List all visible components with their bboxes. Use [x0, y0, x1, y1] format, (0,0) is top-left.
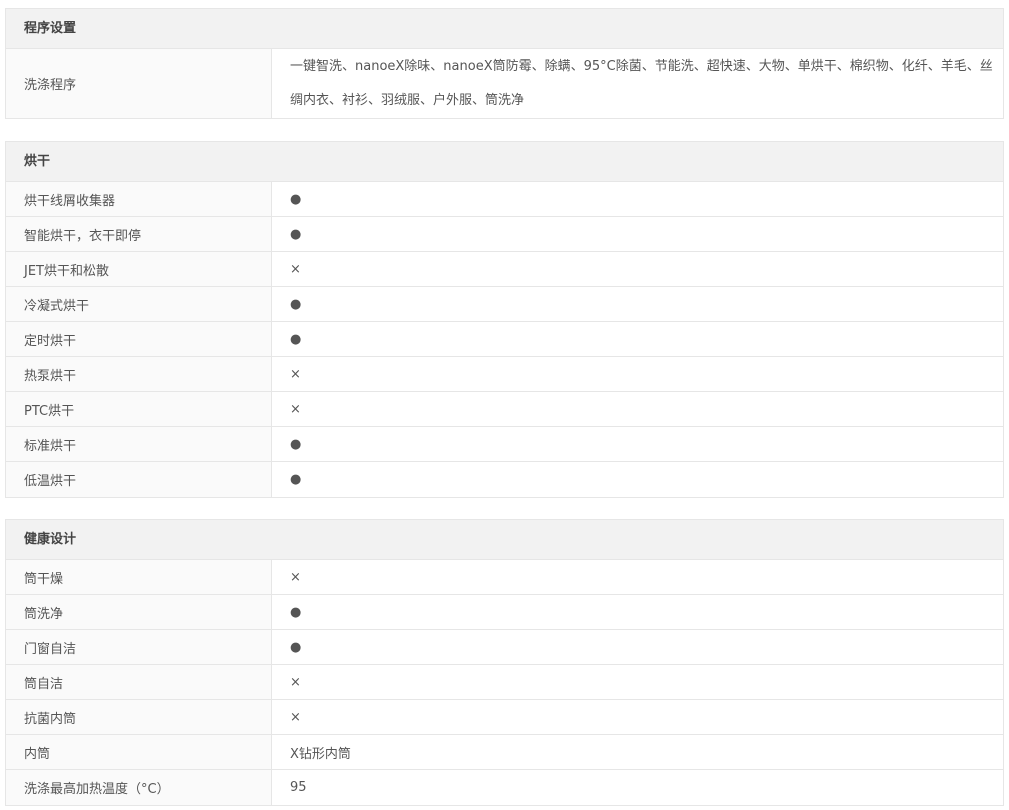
spec-label: 洗涤程序 — [6, 49, 272, 118]
section-drying: 烘干 烘干线屑收集器 ● 智能烘干，衣干即停 ● JET烘干和松散 × 冷凝式烘… — [5, 141, 1004, 498]
spec-row: 洗涤程序 一键智洗、nanoeX除味、nanoeX筒防霉、除螨、95°C除菌、节… — [6, 49, 1003, 118]
spec-value: × — [290, 261, 301, 277]
spec-row: 筒干燥 × — [6, 560, 1003, 595]
section-program-settings: 程序设置 洗涤程序 一键智洗、nanoeX除味、nanoeX筒防霉、除螨、95°… — [5, 8, 1004, 119]
spec-value: ● — [290, 191, 302, 207]
spec-row: 抗菌内筒 × — [6, 700, 1003, 735]
spec-value: ● — [290, 472, 302, 487]
spec-label: JET烘干和松散 — [6, 252, 272, 286]
spec-label: 冷凝式烘干 — [6, 287, 272, 321]
spec-value: ● — [290, 296, 302, 312]
spec-label: 筒自洁 — [6, 665, 272, 699]
section-title: 健康设计 — [6, 520, 1003, 560]
spec-label: 低温烘干 — [6, 462, 272, 497]
spec-row: 智能烘干，衣干即停 ● — [6, 217, 1003, 252]
spec-row: 冷凝式烘干 ● — [6, 287, 1003, 322]
spec-label: 标准烘干 — [6, 427, 272, 461]
spec-row: 热泵烘干 × — [6, 357, 1003, 392]
spec-value: 一键智洗、nanoeX除味、nanoeX筒防霉、除螨、95°C除菌、节能洗、超快… — [290, 58, 993, 108]
spec-row: 低温烘干 ● — [6, 462, 1003, 497]
section-title: 烘干 — [6, 142, 1003, 182]
spec-label: 定时烘干 — [6, 322, 272, 356]
spec-label: 烘干线屑收集器 — [6, 182, 272, 216]
spec-row: 筒自洁 × — [6, 665, 1003, 700]
spec-row: 筒洗净 ● — [6, 595, 1003, 630]
spec-label: PTC烘干 — [6, 392, 272, 426]
spec-label: 抗菌内筒 — [6, 700, 272, 734]
section-health-design: 健康设计 筒干燥 × 筒洗净 ● 门窗自洁 ● 筒自洁 × 抗菌内筒 × 内筒 … — [5, 519, 1004, 806]
spec-label: 洗涤最高加热温度（°C） — [6, 770, 272, 805]
spec-value: ● — [290, 436, 302, 452]
spec-label: 筒干燥 — [6, 560, 272, 594]
spec-value: 95 — [290, 780, 307, 795]
spec-label: 内筒 — [6, 735, 272, 769]
spec-value: ● — [290, 226, 302, 242]
spec-row: 烘干线屑收集器 ● — [6, 182, 1003, 217]
spec-row: 洗涤最高加热温度（°C） 95 — [6, 770, 1003, 805]
spec-value: × — [290, 401, 301, 417]
spec-row: 定时烘干 ● — [6, 322, 1003, 357]
spec-value: X钻形内筒 — [290, 746, 351, 762]
spec-value: ● — [290, 604, 302, 620]
spec-label: 智能烘干，衣干即停 — [6, 217, 272, 251]
spec-row: JET烘干和松散 × — [6, 252, 1003, 287]
spec-value: ● — [290, 639, 302, 655]
spec-row: 门窗自洁 ● — [6, 630, 1003, 665]
spec-label: 门窗自洁 — [6, 630, 272, 664]
spec-value: × — [290, 709, 301, 725]
spec-row: 内筒 X钻形内筒 — [6, 735, 1003, 770]
spec-row: 标准烘干 ● — [6, 427, 1003, 462]
spec-value: × — [290, 366, 301, 382]
section-title: 程序设置 — [6, 9, 1003, 49]
spec-value: × — [290, 569, 301, 585]
spec-value: ● — [290, 331, 302, 347]
spec-row: PTC烘干 × — [6, 392, 1003, 427]
spec-value: × — [290, 674, 301, 690]
spec-label: 热泵烘干 — [6, 357, 272, 391]
spec-label: 筒洗净 — [6, 595, 272, 629]
